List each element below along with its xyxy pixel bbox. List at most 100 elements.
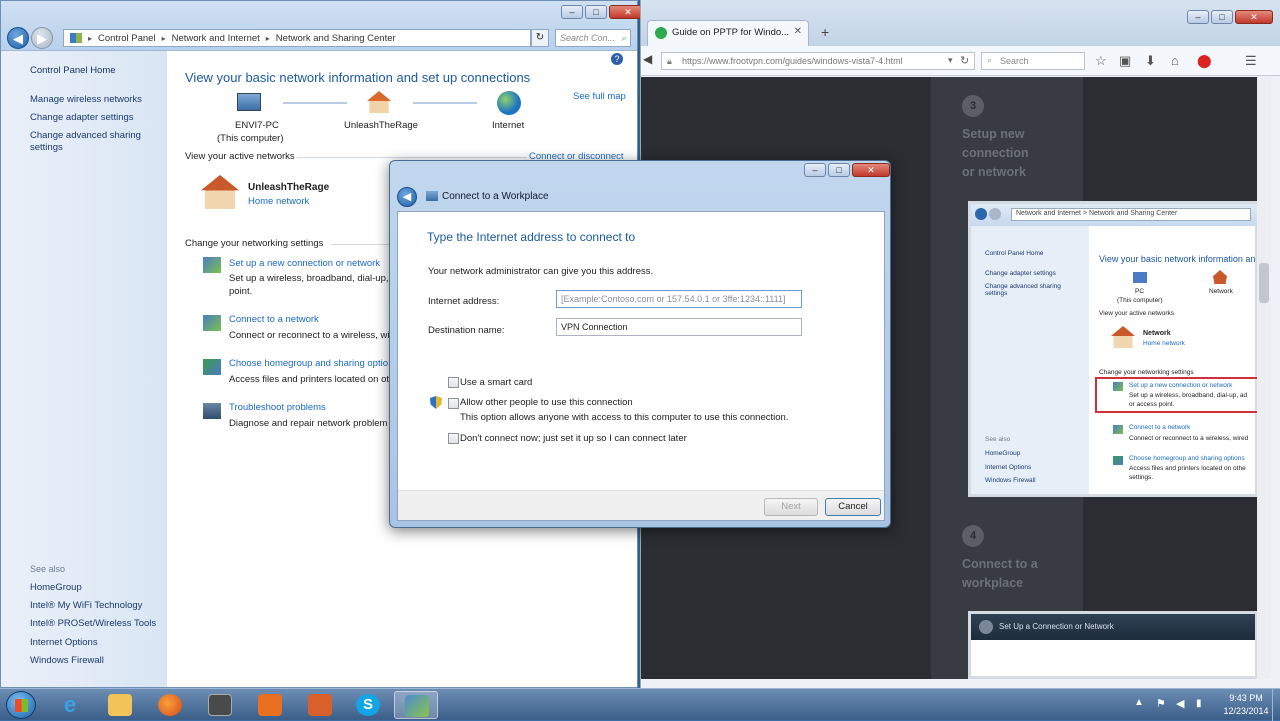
see-also-windows-firewall[interactable]: Windows Firewall bbox=[30, 655, 104, 666]
close-tab-icon[interactable]: ✕ bbox=[794, 26, 802, 37]
adblock-icon[interactable]: ⬤ bbox=[1197, 53, 1212, 69]
lock-icon: 🔒︎ bbox=[667, 56, 672, 66]
shot-net-name: Network bbox=[1143, 330, 1171, 337]
map-connector bbox=[413, 102, 477, 104]
scrollbar-thumb[interactable] bbox=[1259, 263, 1269, 303]
taskbar-explorer[interactable] bbox=[98, 691, 142, 719]
taskbar-app-orange[interactable] bbox=[248, 691, 292, 719]
sidebar-item-control-panel-home[interactable]: Control Panel Home bbox=[30, 65, 116, 76]
refresh-icon[interactable]: ↻ bbox=[531, 29, 549, 47]
cp-titlebar: – □ ✕ ◀ ▶ ▸ Control Panel ▸ Network and … bbox=[1, 1, 647, 51]
skype-icon: S bbox=[356, 694, 380, 716]
homegroup-desc: Access files and printers located on ot bbox=[229, 374, 390, 385]
sidebar-item-adapter-settings[interactable]: Change adapter settings bbox=[30, 112, 134, 123]
breadcrumb-separator-icon: ▸ bbox=[88, 33, 93, 43]
breadcrumb-sharing-center[interactable]: Network and Sharing Center bbox=[276, 33, 396, 44]
see-also-intel-proset[interactable]: Intel® PROSet/Wireless Tools bbox=[30, 618, 156, 629]
smart-card-checkbox[interactable] bbox=[448, 377, 459, 388]
maximize-button[interactable]: □ bbox=[1211, 10, 1233, 24]
next-button[interactable]: Next bbox=[764, 498, 818, 516]
sidebar-item-manage-wireless[interactable]: Manage wireless networks bbox=[30, 94, 142, 105]
new-tab-button[interactable]: + bbox=[821, 24, 829, 40]
dropdown-icon[interactable]: ▾ bbox=[948, 55, 953, 66]
taskbar-skype[interactable]: S bbox=[346, 691, 390, 719]
network-tray-icon[interactable]: ▮ bbox=[1196, 698, 1202, 709]
volume-icon[interactable]: ◀ bbox=[1176, 697, 1184, 710]
home-icon[interactable]: ⌂ bbox=[1171, 53, 1179, 68]
shot-task-desc: Set up a wireless, broadband, dial-up, a… bbox=[1129, 392, 1248, 399]
address-bar[interactable]: ▸ Control Panel ▸ Network and Internet ▸… bbox=[63, 29, 531, 47]
ie-icon: e bbox=[63, 692, 77, 717]
home-network-link[interactable]: Home network bbox=[248, 196, 309, 207]
active-network-name: UnleashTheRage bbox=[248, 182, 330, 193]
connect-network-link[interactable]: Connect to a network bbox=[229, 314, 319, 325]
shot-task-link: Set up a new connection or network bbox=[1129, 382, 1233, 389]
close-button[interactable]: ✕ bbox=[852, 163, 890, 177]
url-bar[interactable]: 🔒︎ https://www.frootvpn.com/guides/windo… bbox=[661, 52, 975, 70]
shot-see-also-item: HomeGroup bbox=[985, 450, 1021, 457]
internet-address-input[interactable]: [Example:Contoso.com or 157.54.0.1 or 3f… bbox=[556, 290, 802, 308]
flag-icon[interactable]: ⚑ bbox=[1156, 697, 1166, 710]
clock-time[interactable]: 9:43 PM bbox=[1222, 693, 1270, 703]
destination-name-input[interactable]: VPN Connection bbox=[556, 318, 802, 336]
menu-icon[interactable]: ☰ bbox=[1245, 53, 1257, 69]
network-setup-icon bbox=[203, 257, 221, 273]
page-scrollbar[interactable] bbox=[1257, 77, 1271, 679]
change-settings-label: Change your networking settings bbox=[185, 238, 324, 249]
forward-button[interactable]: ▶ bbox=[31, 27, 53, 49]
shot2-title: Set Up a Connection or Network bbox=[999, 622, 1114, 631]
setup-connection-link[interactable]: Set up a new connection or network bbox=[229, 258, 380, 269]
minimize-button[interactable]: – bbox=[804, 163, 826, 177]
bookmark-star-icon[interactable]: ☆ bbox=[1095, 53, 1107, 69]
search-input[interactable]: ⌕ Search bbox=[981, 52, 1085, 70]
internet-label: Internet bbox=[492, 120, 525, 131]
homegroup-link[interactable]: Choose homegroup and sharing optio bbox=[229, 358, 388, 369]
cancel-button[interactable]: Cancel bbox=[825, 498, 881, 516]
breadcrumb-network-internet[interactable]: Network and Internet bbox=[172, 33, 260, 44]
troubleshoot-icon bbox=[203, 403, 221, 419]
minimize-button[interactable]: – bbox=[1187, 10, 1209, 24]
maximize-button[interactable]: □ bbox=[828, 163, 850, 177]
sidebar-item-advanced-sharing[interactable]: Change advanced sharing settings bbox=[30, 130, 148, 154]
shot-sidebar-item: Change adapter settings bbox=[985, 270, 1056, 277]
see-also-internet-options[interactable]: Internet Options bbox=[30, 637, 98, 648]
download-icon[interactable]: ⬇ bbox=[1145, 53, 1156, 69]
allow-others-checkbox[interactable] bbox=[448, 398, 459, 409]
taskbar-ie[interactable]: e bbox=[48, 691, 92, 719]
show-hidden-icons[interactable]: ▲ bbox=[1134, 697, 1144, 708]
reload-icon[interactable]: ↻ bbox=[960, 54, 969, 67]
minimize-button[interactable]: – bbox=[561, 5, 583, 19]
back-button[interactable]: ◀ bbox=[7, 27, 29, 49]
see-also-intel-wifi[interactable]: Intel® My WiFi Technology bbox=[30, 600, 142, 611]
close-button[interactable]: ✕ bbox=[1235, 10, 1273, 24]
see-full-map-link[interactable]: See full map bbox=[573, 91, 626, 102]
taskbar-app[interactable] bbox=[198, 691, 242, 719]
guide-screenshot: Network and Internet > Network and Shari… bbox=[968, 201, 1261, 497]
url-text: https://www.frootvpn.com/guides/windows-… bbox=[682, 56, 903, 66]
globe-icon bbox=[497, 91, 521, 115]
maximize-button[interactable]: □ bbox=[585, 5, 607, 19]
start-button[interactable] bbox=[6, 691, 36, 719]
guide-screenshot-2: Set Up a Connection or Network bbox=[968, 611, 1258, 679]
taskbar: e S ▲ ⚑ ◀ ▮ 9:43 PM 12/23/2014 bbox=[0, 688, 1280, 721]
help-icon[interactable]: ? bbox=[611, 53, 623, 65]
show-desktop-button[interactable] bbox=[1272, 689, 1280, 721]
shot-task-desc: or access point. bbox=[1129, 401, 1175, 408]
app-icon bbox=[308, 694, 332, 716]
shot-homegroup-icon bbox=[1113, 456, 1123, 465]
see-also-homegroup[interactable]: HomeGroup bbox=[30, 582, 82, 593]
breadcrumb-control-panel[interactable]: Control Panel bbox=[98, 33, 156, 44]
taskbar-control-panel[interactable] bbox=[394, 691, 438, 719]
dont-connect-checkbox[interactable] bbox=[448, 433, 459, 444]
clock-date[interactable]: 12/23/2014 bbox=[1222, 706, 1270, 716]
tab-guide[interactable]: Guide on PPTP for Windo... ✕ bbox=[647, 20, 809, 46]
search-input[interactable]: Search Con... ⌕ bbox=[555, 29, 631, 47]
troubleshoot-link[interactable]: Troubleshoot problems bbox=[229, 402, 326, 413]
back-icon[interactable]: ◀ bbox=[643, 52, 652, 66]
shot-change-label: Change your networking settings bbox=[1099, 369, 1194, 376]
reading-list-icon[interactable]: ▣ bbox=[1119, 53, 1131, 69]
taskbar-app-orange-2[interactable] bbox=[298, 691, 342, 719]
taskbar-firefox[interactable] bbox=[148, 691, 192, 719]
back-button[interactable]: ◀ bbox=[397, 187, 417, 207]
shot-see-also-item: Internet Options bbox=[985, 464, 1032, 471]
